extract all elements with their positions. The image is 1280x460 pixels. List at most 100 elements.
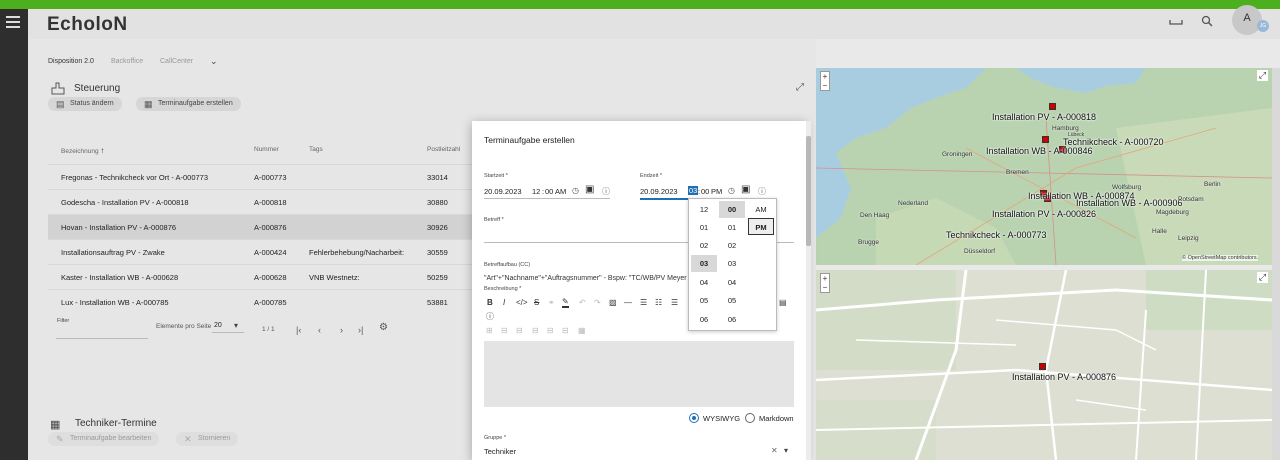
table-split-icon[interactable]: ⊟: [547, 326, 554, 335]
table-row-icon[interactable]: ⊟: [501, 326, 508, 335]
info-icon[interactable]: ⓘ: [486, 311, 494, 322]
menu-icon[interactable]: [6, 16, 20, 31]
hour-option-selected[interactable]: 03: [691, 255, 717, 272]
map-zoom-control[interactable]: + −: [820, 273, 830, 293]
gruppe-select[interactable]: Techniker: [484, 447, 516, 456]
pm-option-selected[interactable]: PM: [748, 218, 774, 235]
status-change-button[interactable]: ▤ Status ändern: [48, 97, 122, 111]
start-hour-input[interactable]: 12: [532, 187, 540, 196]
chevron-down-icon[interactable]: ⌄: [210, 56, 218, 67]
hour-option[interactable]: 06: [691, 311, 717, 328]
map-scrollbar[interactable]: [1272, 68, 1280, 460]
minute-option[interactable]: 06: [719, 311, 745, 328]
table-merge-icon[interactable]: ⊟: [532, 326, 539, 335]
tab-callcenter[interactable]: CallCenter: [160, 58, 193, 65]
table-row[interactable]: Godescha - Installation PV - A-000818 A-…: [48, 189, 472, 214]
map-marker[interactable]: [1039, 363, 1046, 370]
calendar-icon[interactable]: ▣: [741, 184, 750, 195]
horizontal-rule-icon[interactable]: —: [624, 298, 632, 307]
expand-icon[interactable]: ⤢: [796, 82, 804, 93]
clear-icon[interactable]: ✕: [771, 446, 778, 455]
end-minute-input[interactable]: 00: [701, 187, 709, 196]
hour-option[interactable]: 01: [691, 219, 717, 236]
bold-icon[interactable]: B: [487, 298, 493, 307]
ordered-list-icon[interactable]: ☰: [640, 298, 647, 307]
table-col-icon[interactable]: ⊟: [516, 326, 523, 335]
start-date-input[interactable]: 20.09.2023: [484, 187, 522, 196]
document-icon[interactable]: ▤: [779, 298, 787, 307]
column-header-bezeichnung[interactable]: Bezeichnung ↑: [61, 146, 104, 155]
fullscreen-icon[interactable]: ⤢: [1257, 70, 1268, 81]
info-icon[interactable]: ⓘ: [758, 186, 766, 197]
table-delete-icon[interactable]: ⊟: [562, 326, 569, 335]
markdown-radio[interactable]: [745, 413, 755, 423]
create-task-button[interactable]: ▦ Terminaufgabe erstellen: [136, 97, 241, 111]
clock-icon[interactable]: ◷: [572, 186, 579, 195]
fullscreen-icon[interactable]: ⤢: [1257, 272, 1268, 283]
dropdown-arrow-icon[interactable]: ▾: [234, 321, 238, 330]
table-row[interactable]: Fregonas - Technikcheck vor Ort - A-0007…: [48, 164, 472, 189]
table-row[interactable]: Lux - Installation WB - A-000785 A-00078…: [48, 289, 472, 314]
start-ampm-input[interactable]: AM: [555, 187, 566, 196]
tab-backoffice[interactable]: Backoffice: [111, 58, 143, 65]
bullet-list-icon[interactable]: ☷: [655, 298, 662, 307]
start-minute-input[interactable]: 00: [545, 187, 553, 196]
am-option[interactable]: AM: [748, 201, 774, 218]
cancel-appointment-button[interactable]: ✕ Stornieren: [176, 432, 239, 446]
minute-option[interactable]: 05: [719, 292, 745, 309]
end-date-input[interactable]: 20.09.2023: [640, 187, 678, 196]
strikethrough-icon[interactable]: S: [534, 298, 539, 307]
map-zoom-control[interactable]: + −: [820, 71, 830, 91]
map-detail[interactable]: + − Installation PV - A-000876 ⤢: [816, 270, 1272, 460]
redo-icon[interactable]: ↷: [594, 298, 601, 307]
link-icon[interactable]: ⚭: [548, 298, 555, 307]
dropdown-arrow-icon[interactable]: ▾: [784, 446, 788, 455]
first-page-icon[interactable]: |‹: [296, 325, 301, 335]
hour-option[interactable]: 05: [691, 292, 717, 309]
map-marker[interactable]: [1042, 136, 1049, 143]
code-icon[interactable]: </>: [516, 298, 528, 307]
image-icon[interactable]: ▨: [609, 298, 617, 307]
table-insert-icon[interactable]: ⊞: [486, 326, 493, 335]
calendar-icon[interactable]: ▣: [585, 184, 594, 195]
info-icon[interactable]: ⓘ: [602, 186, 610, 197]
inbox-icon[interactable]: [1169, 14, 1183, 29]
hour-option[interactable]: 12: [691, 201, 717, 218]
dialog-scroll-thumb[interactable]: [806, 136, 811, 246]
table-row[interactable]: Hovan - Installation PV - A-000876 A-000…: [48, 214, 472, 239]
search-icon[interactable]: [1201, 15, 1213, 30]
map-marker[interactable]: [1049, 103, 1056, 110]
checklist-icon[interactable]: ☰: [671, 298, 678, 307]
description-editor[interactable]: [484, 341, 794, 407]
hour-option[interactable]: 04: [691, 274, 717, 291]
table-row[interactable]: Kaster - Installation WB - A-000628 A-00…: [48, 264, 472, 289]
end-ampm-input[interactable]: PM: [711, 187, 722, 196]
minute-option[interactable]: 02: [719, 237, 745, 254]
minute-option-selected[interactable]: 00: [719, 201, 745, 218]
per-page-select[interactable]: 20: [214, 322, 222, 329]
column-header-tags[interactable]: Tags: [309, 146, 323, 153]
table-row[interactable]: Installationsauftrag PV - Zwake A-000424…: [48, 239, 472, 264]
next-page-icon[interactable]: ›: [340, 325, 343, 335]
tab-disposition[interactable]: Disposition 2.0: [48, 58, 94, 65]
column-header-plz[interactable]: Postleitzahl: [427, 146, 460, 153]
avatar[interactable]: A: [1232, 5, 1262, 35]
prev-page-icon[interactable]: ‹: [318, 325, 321, 335]
filter-input[interactable]: [56, 338, 148, 339]
map-overview[interactable]: + − Installation PV - A-000818 Technikche…: [816, 68, 1272, 265]
end-hour-input[interactable]: 03: [688, 186, 699, 195]
italic-icon[interactable]: I: [503, 298, 505, 307]
minute-option[interactable]: 03: [719, 255, 745, 272]
highlight-icon[interactable]: ✎: [562, 297, 569, 308]
clock-icon[interactable]: ◷: [728, 186, 735, 195]
minute-option[interactable]: 04: [719, 274, 745, 291]
hour-option[interactable]: 02: [691, 237, 717, 254]
minute-option[interactable]: 01: [719, 219, 745, 236]
column-header-nummer[interactable]: Nummer: [254, 146, 279, 153]
table-icon[interactable]: ▦: [578, 326, 586, 335]
settings-gear-icon[interactable]: ⚙: [379, 322, 388, 333]
undo-icon[interactable]: ↶: [579, 298, 586, 307]
last-page-icon[interactable]: ›|: [358, 325, 363, 335]
wysiwyg-radio[interactable]: [689, 413, 699, 423]
edit-task-button[interactable]: ✎ Terminaufgabe bearbeiten: [48, 432, 160, 446]
